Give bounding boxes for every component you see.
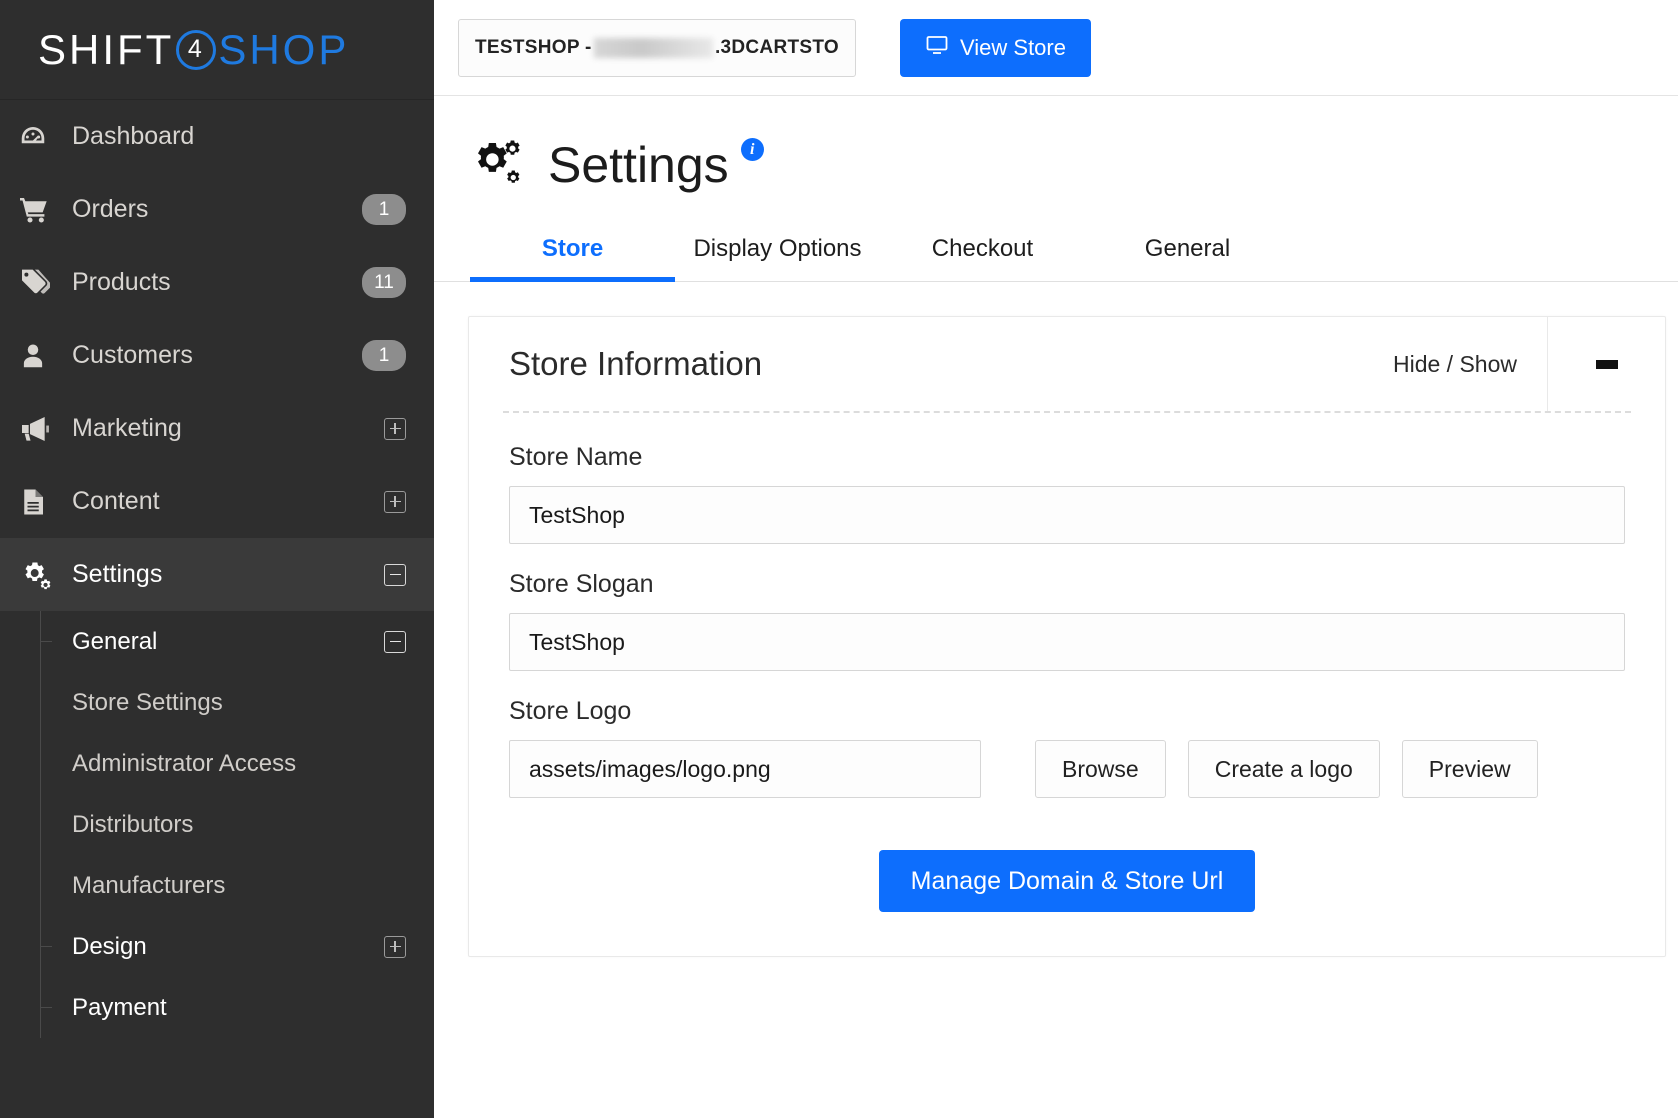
sidebar-item-label: Customers <box>72 341 362 370</box>
tab-general[interactable]: General <box>1085 235 1290 281</box>
sidebar-item-label: Content <box>72 487 384 516</box>
sidebar-item-orders[interactable]: Orders 1 <box>0 173 434 246</box>
field-store-name: Store Name <box>509 443 1625 544</box>
sidebar-badge-orders: 1 <box>362 194 406 225</box>
sidebar-item-settings[interactable]: Settings <box>0 538 434 611</box>
field-store-logo: Store Logo Browse Create a logo Preview <box>509 697 1625 798</box>
sidebar-item-label: Manufacturers <box>72 872 406 900</box>
megaphone-icon <box>18 413 72 445</box>
preview-button[interactable]: Preview <box>1402 740 1538 798</box>
logo-shift-text: SHIFT <box>38 26 174 74</box>
view-store-label: View Store <box>960 35 1066 61</box>
store-information-panel: Store Information Hide / Show Store Name… <box>468 316 1666 957</box>
brand-logo[interactable]: SHIFT4SHOP <box>0 0 434 100</box>
sidebar-item-general[interactable]: General <box>0 611 434 672</box>
gauge-icon <box>18 122 72 152</box>
primary-nav: Dashboard Orders 1 Products 11 <box>0 100 434 1038</box>
sidebar-badge-customers: 1 <box>362 340 406 371</box>
sidebar-item-manufacturers[interactable]: Manufacturers <box>0 855 434 916</box>
sidebar-item-administrator-access[interactable]: Administrator Access <box>0 733 434 794</box>
sidebar-item-store-settings[interactable]: Store Settings <box>0 672 434 733</box>
tag-icon <box>18 267 72 299</box>
sidebar-item-label: Payment <box>72 994 406 1022</box>
store-slogan-input[interactable] <box>509 613 1625 671</box>
info-icon[interactable]: i <box>741 138 764 161</box>
tree-tick <box>40 641 52 642</box>
browse-button[interactable]: Browse <box>1035 740 1166 798</box>
sidebar-item-label: Dashboard <box>72 122 406 151</box>
manage-domain-row: Manage Domain & Store Url <box>509 850 1625 912</box>
store-logo-label: Store Logo <box>509 697 1625 726</box>
monitor-icon <box>925 33 949 63</box>
sidebar-item-design[interactable]: Design <box>0 916 434 977</box>
sidebar-item-label: Marketing <box>72 414 384 443</box>
admin-app: SHIFT4SHOP Dashboard Orders 1 <box>0 0 1678 1118</box>
store-selector-redacted <box>594 38 713 58</box>
panel-header: Store Information Hide / Show <box>469 317 1665 411</box>
view-store-button[interactable]: View Store <box>900 19 1091 77</box>
sidebar-item-content[interactable]: Content <box>0 465 434 538</box>
minus-icon <box>1596 360 1618 369</box>
logo-four-badge: 4 <box>176 30 216 70</box>
manage-domain-button[interactable]: Manage Domain & Store Url <box>879 850 1256 912</box>
tab-display-options[interactable]: Display Options <box>675 235 880 281</box>
store-logo-input[interactable] <box>509 740 981 798</box>
tab-store[interactable]: Store <box>470 235 675 281</box>
gears-icon <box>18 558 72 592</box>
sidebar-item-label: Distributors <box>72 811 406 839</box>
sidebar-item-label: Design <box>72 933 384 961</box>
store-name-input[interactable] <box>509 486 1625 544</box>
page-header: Settings i <box>434 96 1678 206</box>
cart-icon <box>18 194 72 226</box>
sidebar-item-products[interactable]: Products 11 <box>0 246 434 319</box>
sidebar-item-label: Settings <box>72 560 384 589</box>
panel-collapse-button[interactable] <box>1547 317 1665 411</box>
logo-text: SHIFT4SHOP <box>38 26 349 74</box>
hide-show-toggle[interactable]: Hide / Show <box>1393 317 1547 411</box>
panel-body: Store Name Store Slogan Store Logo Brows… <box>469 413 1665 956</box>
store-slogan-label: Store Slogan <box>509 570 1625 599</box>
user-icon <box>18 341 72 371</box>
gears-icon <box>470 138 526 193</box>
logo-shop-text: SHOP <box>218 26 349 74</box>
tree-tick <box>40 1007 52 1008</box>
page-title: Settings <box>548 136 729 194</box>
sidebar-item-customers[interactable]: Customers 1 <box>0 319 434 392</box>
sidebar-badge-products: 11 <box>362 267 406 298</box>
store-selector-prefix: TESTSHOP - <box>475 37 592 59</box>
sidebar-expand-design[interactable] <box>384 936 406 958</box>
store-logo-row: Browse Create a logo Preview <box>509 740 1625 798</box>
sidebar-item-dashboard[interactable]: Dashboard <box>0 100 434 173</box>
field-store-slogan: Store Slogan <box>509 570 1625 671</box>
settings-submenu: General Store Settings Administrator Acc… <box>0 611 434 1038</box>
store-selector[interactable]: TESTSHOP - .3DCARTSTO <box>458 19 856 77</box>
document-icon <box>18 487 72 517</box>
settings-tabs: Store Display Options Checkout General <box>434 206 1678 282</box>
sidebar-expand-marketing[interactable] <box>384 418 406 440</box>
sidebar-item-marketing[interactable]: Marketing <box>0 392 434 465</box>
sidebar: SHIFT4SHOP Dashboard Orders 1 <box>0 0 434 1118</box>
create-logo-button[interactable]: Create a logo <box>1188 740 1380 798</box>
sidebar-item-label: Administrator Access <box>72 750 406 778</box>
sidebar-expand-content[interactable] <box>384 491 406 513</box>
tab-checkout[interactable]: Checkout <box>880 235 1085 281</box>
sidebar-item-distributors[interactable]: Distributors <box>0 794 434 855</box>
tree-tick <box>40 946 52 947</box>
main-area: TESTSHOP - .3DCARTSTO View Store Setting… <box>434 0 1678 1118</box>
store-name-label: Store Name <box>509 443 1625 472</box>
sidebar-collapse-settings[interactable] <box>384 564 406 586</box>
content-area: Settings i Store Display Options Checkou… <box>434 96 1678 1118</box>
store-selector-suffix: .3DCARTSTO <box>715 37 839 59</box>
topbar: TESTSHOP - .3DCARTSTO View Store <box>434 0 1678 96</box>
sidebar-item-label: Store Settings <box>72 689 406 717</box>
sidebar-item-label: Products <box>72 268 362 297</box>
sidebar-item-label: General <box>72 628 384 656</box>
sidebar-item-label: Orders <box>72 195 362 224</box>
panel-title: Store Information <box>469 317 1393 411</box>
sidebar-item-payment[interactable]: Payment <box>0 977 434 1038</box>
sidebar-collapse-general[interactable] <box>384 631 406 653</box>
